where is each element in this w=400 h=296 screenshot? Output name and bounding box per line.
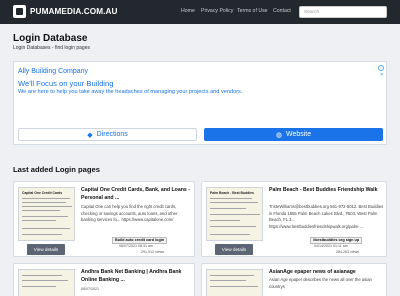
view-details-button[interactable]: View details <box>27 244 65 255</box>
card-thumbnail[interactable]: Palm Beach - Best Buddies <box>206 187 263 241</box>
view-details-button[interactable]: View details <box>215 244 253 255</box>
card-tag[interactable]: #bestbuddies org sign up <box>310 237 363 244</box>
login-card: Andhra Bank Net Banking | Andhra Bank On… <box>13 263 195 296</box>
card-description: Capital One can help you find the right … <box>81 204 178 222</box>
card-description: TristeWilliams@bestbuddies.org 561-972-5… <box>269 204 384 229</box>
nav-link-terms-of-use[interactable]: Terms of Use <box>237 8 268 14</box>
ad-brand[interactable]: Ally Building Company <box>18 68 88 75</box>
login-card: AsianAge epaper news of asianage Asian A… <box>201 263 387 296</box>
ad-headline[interactable]: We'll Focus on your Building <box>18 79 113 88</box>
card-thumbnail[interactable]: Capital One Credit Cards <box>18 187 75 241</box>
ad-banner: Ally Building Company We'll Focus on you… <box>13 61 387 145</box>
card-date: 08/07/2021 <box>81 287 99 291</box>
brand-logo-icon <box>13 5 26 18</box>
ad-website-label: Website <box>285 131 312 138</box>
ad-directions-label: Directions <box>96 131 128 138</box>
thumb-title: Palm Beach - Best Buddies <box>210 191 254 195</box>
brand-name: PUMAMEDIA.COM.AU <box>30 7 118 16</box>
ad-close-icon[interactable]: ✕ <box>380 72 384 78</box>
search-placeholder: Search <box>304 9 320 15</box>
card-title[interactable]: Andhra Bank Net Banking | Andhra Bank On… <box>81 268 193 284</box>
card-views: 291,912 views <box>141 250 164 254</box>
page-title: Login Database <box>13 33 88 44</box>
login-card: Palm Beach - Best Buddies View details P… <box>201 181 387 257</box>
ad-info-icon[interactable]: i <box>378 65 384 71</box>
section-title: Last added Login pages <box>13 165 100 174</box>
page-subtitle: Login Databases - find login pages <box>13 45 90 51</box>
nav-link-home[interactable]: Home <box>181 8 195 14</box>
brand[interactable]: PUMAMEDIA.COM.AU <box>13 5 118 18</box>
card-thumbnail[interactable] <box>206 269 263 296</box>
top-navbar: PUMAMEDIA.COM.AU Home Privacy Policy Ter… <box>0 0 400 24</box>
card-tag[interactable]: Build auto credit card login <box>112 237 168 244</box>
globe-icon: ◍ <box>275 131 282 139</box>
card-description: Asian Age epaper describes the news all … <box>269 277 372 289</box>
directions-icon: ◆ <box>87 131 93 139</box>
ad-website-button[interactable]: ◍ Website <box>204 128 383 141</box>
card-title[interactable]: Palm Beach - Best Buddies Friendship Wal… <box>269 186 383 194</box>
card-date: 08/07/2021 08:31 am <box>119 244 153 248</box>
ad-text: We are here to help you take away the he… <box>18 89 243 95</box>
card-title[interactable]: Capital One Credit Cards, Bank, and Loan… <box>81 186 191 202</box>
nav-link-privacy-policy[interactable]: Privacy Policy <box>201 8 233 14</box>
login-card: Capital One Credit Cards View details Ca… <box>13 181 195 257</box>
ad-directions-button[interactable]: ◆ Directions <box>18 128 197 141</box>
thumb-title: Capital One Credit Cards <box>22 191 63 195</box>
search-input[interactable]: Search <box>299 6 387 18</box>
card-date: 04/14/2021 01:11 am <box>314 244 348 248</box>
card-thumbnail[interactable] <box>18 269 75 296</box>
card-title[interactable]: AsianAge epaper news of asianage <box>269 268 383 276</box>
nav-link-contact[interactable]: Contact <box>273 8 291 14</box>
card-views: 284,263 views <box>336 250 359 254</box>
